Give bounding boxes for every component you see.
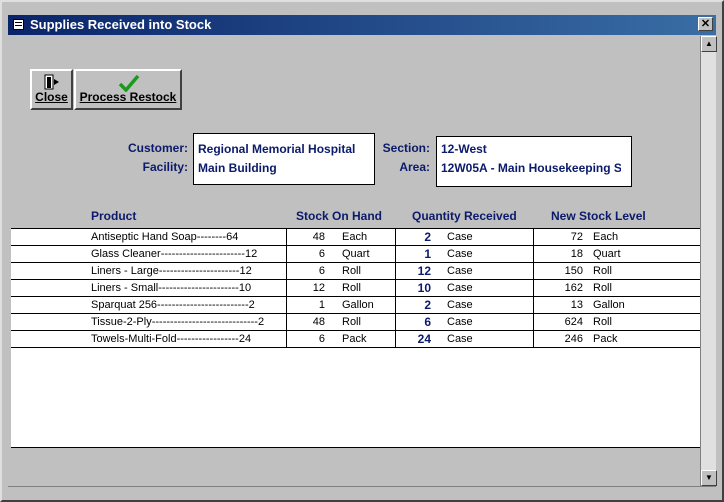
stock-on-hand-qty: 48 — [312, 316, 325, 328]
new-stock-unit: Pack — [593, 333, 618, 345]
exit-door-icon — [44, 74, 59, 90]
table-row[interactable]: Liners - Large----------------------12 6… — [11, 263, 700, 280]
stock-on-hand-qty: 6 — [318, 248, 325, 260]
area-label: Area: — [399, 160, 430, 174]
quantity-received-qty: 2 — [424, 230, 431, 244]
new-stock-qty: 624 — [564, 316, 583, 328]
customer-value: Regional Memorial Hospital — [198, 142, 356, 156]
supplies-table: Antiseptic Hand Soap--------64 48 Each 2… — [11, 228, 700, 448]
new-stock-unit: Roll — [593, 282, 612, 294]
app-window: Supplies Received into Stock ✕ Close Pro… — [0, 0, 724, 502]
stock-on-hand-unit: Quart — [342, 248, 370, 260]
new-stock-unit: Quart — [593, 248, 621, 260]
quantity-received-qty: 24 — [417, 332, 431, 346]
table-row[interactable]: Liners - Small----------------------10 1… — [11, 280, 700, 297]
new-stock-qty: 162 — [564, 282, 583, 294]
facility-value: Main Building — [198, 161, 277, 175]
scroll-down-button[interactable]: ▼ — [701, 470, 717, 486]
column-header-stock-on-hand: Stock On Hand — [296, 209, 383, 223]
stock-on-hand-unit: Pack — [342, 333, 367, 345]
stock-on-hand-unit: Roll — [342, 265, 361, 277]
stock-on-hand-unit: Each — [342, 231, 368, 243]
customer-facility-box[interactable]: Regional Memorial Hospital Main Building — [193, 133, 375, 185]
quantity-received-qty: 10 — [417, 281, 431, 295]
process-restock-button[interactable]: Process Restock — [74, 69, 182, 110]
status-bar — [8, 486, 716, 494]
table-row[interactable]: Tissue-2-Ply----------------------------… — [11, 314, 700, 331]
vertical-scrollbar[interactable]: ▲ ▼ — [700, 36, 717, 486]
quantity-received-unit: Case — [447, 265, 473, 277]
quantity-received-qty: 1 — [424, 247, 431, 261]
new-stock-unit: Roll — [593, 265, 612, 277]
column-header-quantity-received: Quantity Received — [412, 209, 517, 223]
table-row[interactable]: Antiseptic Hand Soap--------64 48 Each 2… — [11, 229, 700, 246]
quantity-received-unit: Case — [447, 299, 473, 311]
stock-on-hand-qty: 1 — [318, 299, 325, 311]
title-bar: Supplies Received into Stock ✕ — [8, 15, 716, 35]
quantity-received-qty: 6 — [424, 315, 431, 329]
product-cell: Liners - Small----------------------10 — [91, 282, 252, 294]
stock-on-hand-qty: 6 — [318, 333, 325, 345]
table-row[interactable]: Sparquat 256-------------------------2 1… — [11, 297, 700, 314]
quantity-received-unit: Case — [447, 316, 473, 328]
new-stock-qty: 150 — [564, 265, 583, 277]
new-stock-qty: 72 — [570, 231, 583, 243]
column-header-product: Product — [91, 209, 137, 223]
close-button[interactable]: Close — [30, 69, 73, 110]
new-stock-qty: 13 — [570, 299, 583, 311]
new-stock-qty: 18 — [570, 248, 583, 260]
product-cell: Liners - Large----------------------12 — [91, 265, 252, 277]
form-footer — [11, 449, 700, 484]
window-title: Supplies Received into Stock — [30, 17, 212, 32]
quantity-received-unit: Case — [447, 282, 473, 294]
quantity-received-qty: 2 — [424, 298, 431, 312]
section-label: Section: — [382, 141, 430, 155]
product-cell: Glass Cleaner-----------------------12 — [91, 248, 258, 260]
window-close-button[interactable]: ✕ — [698, 17, 713, 31]
quantity-received-qty: 12 — [417, 264, 431, 278]
close-button-label: Close — [35, 90, 68, 104]
table-row[interactable]: Towels-Multi-Fold-----------------24 6 P… — [11, 331, 700, 348]
section-area-box[interactable]: 12-West 12W05A - Main Housekeeping S — [436, 136, 632, 187]
form-icon — [13, 19, 24, 30]
new-stock-qty: 246 — [564, 333, 583, 345]
product-cell: Sparquat 256-------------------------2 — [91, 299, 255, 311]
scroll-up-button[interactable]: ▲ — [701, 36, 717, 52]
quantity-received-unit: Case — [447, 231, 473, 243]
stock-on-hand-unit: Roll — [342, 316, 361, 328]
column-header-new-stock-level: New Stock Level — [551, 209, 646, 223]
product-cell: Antiseptic Hand Soap--------64 — [91, 231, 239, 243]
quantity-received-unit: Case — [447, 333, 473, 345]
product-cell: Tissue-2-Ply----------------------------… — [91, 316, 265, 328]
new-stock-unit: Gallon — [593, 299, 625, 311]
area-value: 12W05A - Main Housekeeping S — [441, 161, 621, 175]
new-stock-unit: Each — [593, 231, 619, 243]
stock-on-hand-unit: Gallon — [342, 299, 374, 311]
facility-label: Facility: — [142, 160, 188, 174]
table-row[interactable]: Glass Cleaner-----------------------12 6… — [11, 246, 700, 263]
process-restock-label: Process Restock — [79, 90, 177, 104]
quantity-received-unit: Case — [447, 248, 473, 260]
new-stock-unit: Roll — [593, 316, 612, 328]
product-cell: Towels-Multi-Fold-----------------24 — [91, 333, 252, 345]
stock-on-hand-qty: 48 — [312, 231, 325, 243]
stock-on-hand-unit: Roll — [342, 282, 361, 294]
stock-on-hand-qty: 6 — [318, 265, 325, 277]
section-value: 12-West — [441, 142, 487, 156]
customer-label: Customer: — [127, 141, 188, 155]
stock-on-hand-qty: 12 — [312, 282, 325, 294]
